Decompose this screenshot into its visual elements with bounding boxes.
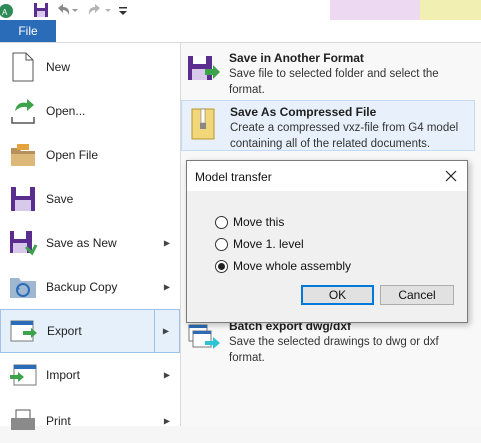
menu-item-open-file-label: Open File [46, 148, 99, 162]
redo-icon[interactable] [86, 2, 104, 18]
open-icon [8, 96, 38, 126]
menu-item-import-label: Import [46, 368, 81, 382]
submenu-arrow-icon: ▶ [163, 238, 170, 248]
export-icon [9, 316, 39, 346]
cancel-button[interactable]: Cancel [380, 285, 454, 305]
undo-dropdown-icon[interactable] [72, 2, 78, 18]
radio-circle-selected[interactable] [215, 259, 228, 273]
ok-button[interactable]: OK [301, 285, 374, 305]
ribbon-tab-bar: File [0, 20, 481, 43]
radio-move-whole-assembly[interactable]: Move whole assembly [215, 259, 351, 273]
save-compressed-item[interactable]: Save As Compressed File Create a compres… [181, 100, 475, 151]
quick-access-toolbar: A [0, 0, 481, 20]
save-as-new-icon [8, 228, 38, 258]
save-another-format-icon [187, 53, 223, 89]
menu-item-import[interactable]: Import ▶ [0, 353, 180, 397]
batch-export-icon [187, 321, 223, 357]
radio-move-1-level[interactable]: Move 1. level [215, 237, 304, 251]
menu-item-open-label: Open... [46, 104, 86, 118]
undo-icon[interactable] [54, 2, 72, 18]
save-another-format-desc: Save file to selected folder and select … [229, 68, 439, 80]
redo-dropdown-icon[interactable] [105, 2, 111, 18]
toolbar-tint-region [420, 0, 481, 20]
menu-item-save-as-new[interactable]: Save as New ▶ [0, 221, 180, 265]
submenu-arrow-icon: ▶ [163, 370, 170, 380]
batch-export-desc: Save the selected drawings to dwg or dxf [229, 336, 439, 348]
save-another-format-title: Save in Another Format [229, 51, 364, 65]
menu-item-save-label: Save [46, 192, 74, 206]
save-compressed-title: Save As Compressed File [230, 105, 377, 119]
menu-item-new[interactable]: New [0, 45, 180, 89]
save-icon[interactable] [33, 2, 49, 18]
tab-file-label: File [18, 24, 38, 38]
import-icon [8, 360, 38, 390]
radio-move-1-level-label: Move 1. level [233, 237, 304, 251]
backstage-menu: New Open... Open File Save Save as New ▶… [0, 43, 181, 430]
submenu-arrow-icon[interactable]: ▶ [163, 327, 169, 336]
menu-item-open-file[interactable]: Open File [0, 133, 180, 177]
dialog-titlebar: Model transfer [187, 161, 467, 191]
customize-toolbar-icon[interactable] [118, 2, 128, 18]
radio-circle[interactable] [215, 215, 228, 229]
radio-move-this[interactable]: Move this [215, 215, 284, 229]
model-transfer-dialog: Model transfer Move this Move 1. level M… [186, 160, 468, 323]
svg-text:A: A [2, 8, 8, 17]
menu-item-export-label: Export [47, 324, 82, 338]
app-logo-icon[interactable]: A [0, 2, 16, 18]
menu-item-export[interactable]: Export ▶ [0, 309, 180, 353]
backup-copy-icon [8, 272, 38, 302]
menu-item-save[interactable]: Save [0, 177, 180, 221]
menu-item-print[interactable]: Print ▶ [0, 399, 180, 443]
split-divider [154, 310, 155, 352]
zip-file-icon [188, 107, 224, 143]
tab-file[interactable]: File [0, 20, 56, 42]
save-another-format-item[interactable]: Save in Another Format Save file to sele… [181, 47, 475, 97]
batch-export-desc: format. [229, 352, 265, 364]
printer-icon [8, 406, 38, 436]
radio-circle[interactable] [215, 237, 228, 251]
menu-item-backup-copy-label: Backup Copy [46, 280, 118, 294]
close-icon[interactable] [443, 168, 459, 184]
toolbar-tint-region [330, 0, 420, 20]
menu-item-save-as-new-label: Save as New [46, 236, 117, 250]
new-document-icon [8, 52, 38, 82]
submenu-arrow-icon: ▶ [163, 282, 170, 292]
submenu-arrow-icon: ▶ [163, 416, 170, 426]
dialog-title: Model transfer [195, 170, 272, 184]
save-disk-icon [8, 184, 38, 214]
radio-move-whole-assembly-label: Move whole assembly [233, 259, 352, 273]
save-compressed-desc: Create a compressed vxz-file from G4 mod… [230, 122, 459, 134]
folder-open-icon [8, 140, 38, 170]
menu-item-open[interactable]: Open... [0, 89, 180, 133]
menu-item-new-label: New [46, 60, 71, 74]
save-another-format-desc: format. [229, 84, 265, 96]
menu-item-backup-copy[interactable]: Backup Copy ▶ [0, 265, 180, 309]
save-compressed-desc: containing all of the related documents. [230, 138, 431, 150]
radio-move-this-label: Move this [233, 215, 285, 229]
